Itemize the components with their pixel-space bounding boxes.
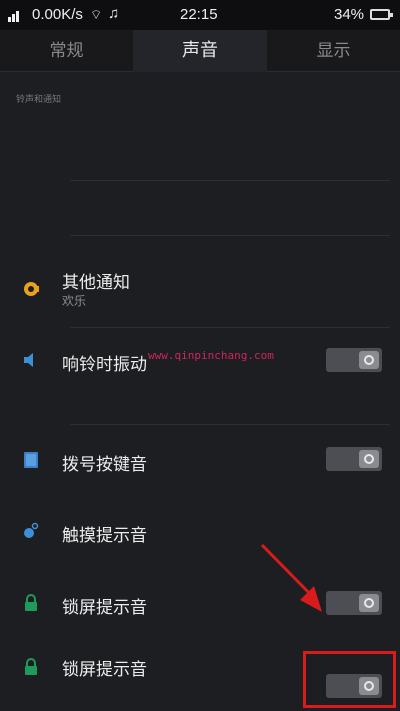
- annotation-highlight-box: [303, 651, 396, 708]
- annotation-arrow: [260, 543, 322, 612]
